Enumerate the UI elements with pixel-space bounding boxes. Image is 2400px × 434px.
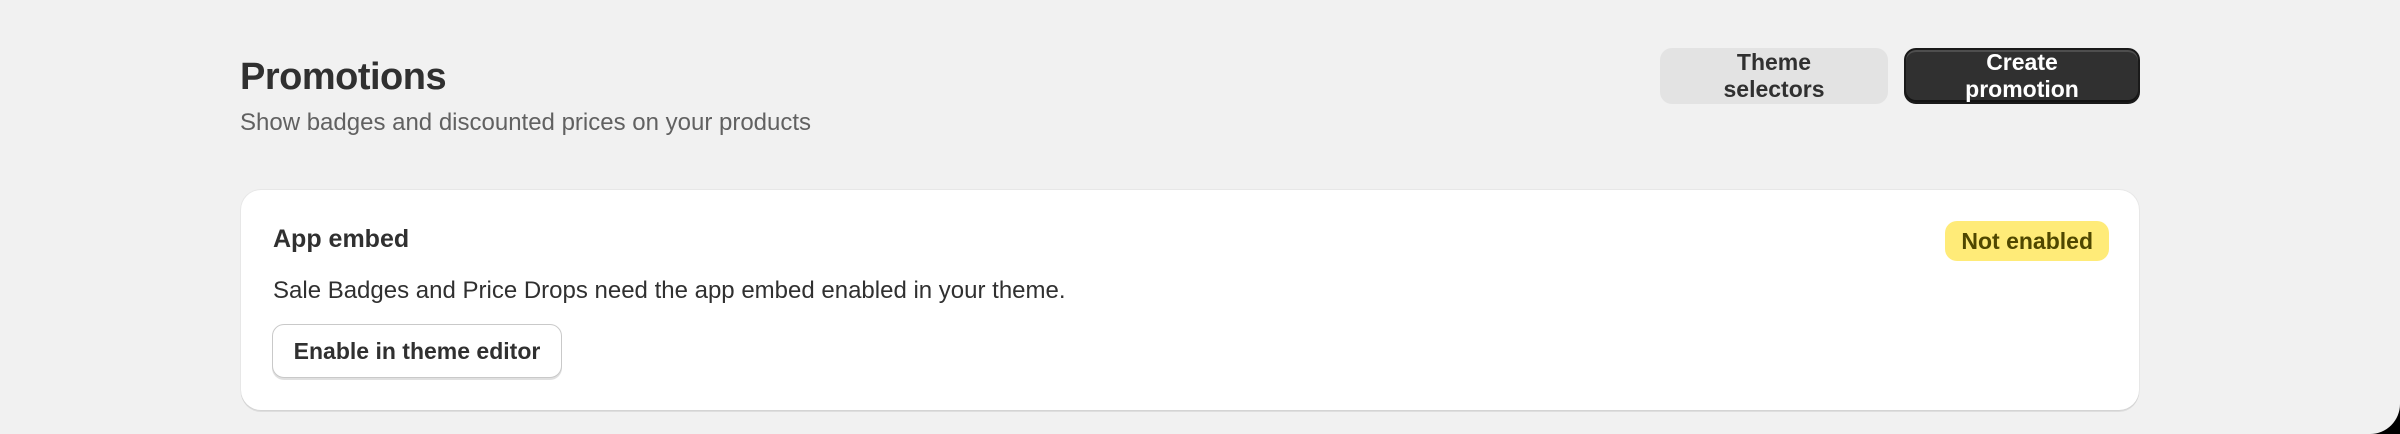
- app-embed-description: Sale Badges and Price Drops need the app…: [273, 277, 1066, 304]
- page-header: Promotions Show badges and discounted pr…: [240, 48, 2140, 148]
- app-frame: Promotions Show badges and discounted pr…: [0, 0, 2400, 434]
- page-title: Promotions: [240, 56, 447, 98]
- status-badge: Not enabled: [1945, 221, 2109, 261]
- theme-selectors-button[interactable]: Theme selectors: [1660, 48, 1888, 104]
- header-actions: Theme selectors Create promotion: [1660, 48, 2140, 104]
- create-promotion-button[interactable]: Create promotion: [1904, 48, 2140, 104]
- enable-in-theme-editor-button[interactable]: Enable in theme editor: [272, 324, 562, 378]
- app-embed-title: App embed: [273, 225, 410, 253]
- app-embed-card: App embed Not enabled Sale Badges and Pr…: [241, 190, 2139, 410]
- page-subtitle: Show badges and discounted prices on you…: [240, 109, 812, 136]
